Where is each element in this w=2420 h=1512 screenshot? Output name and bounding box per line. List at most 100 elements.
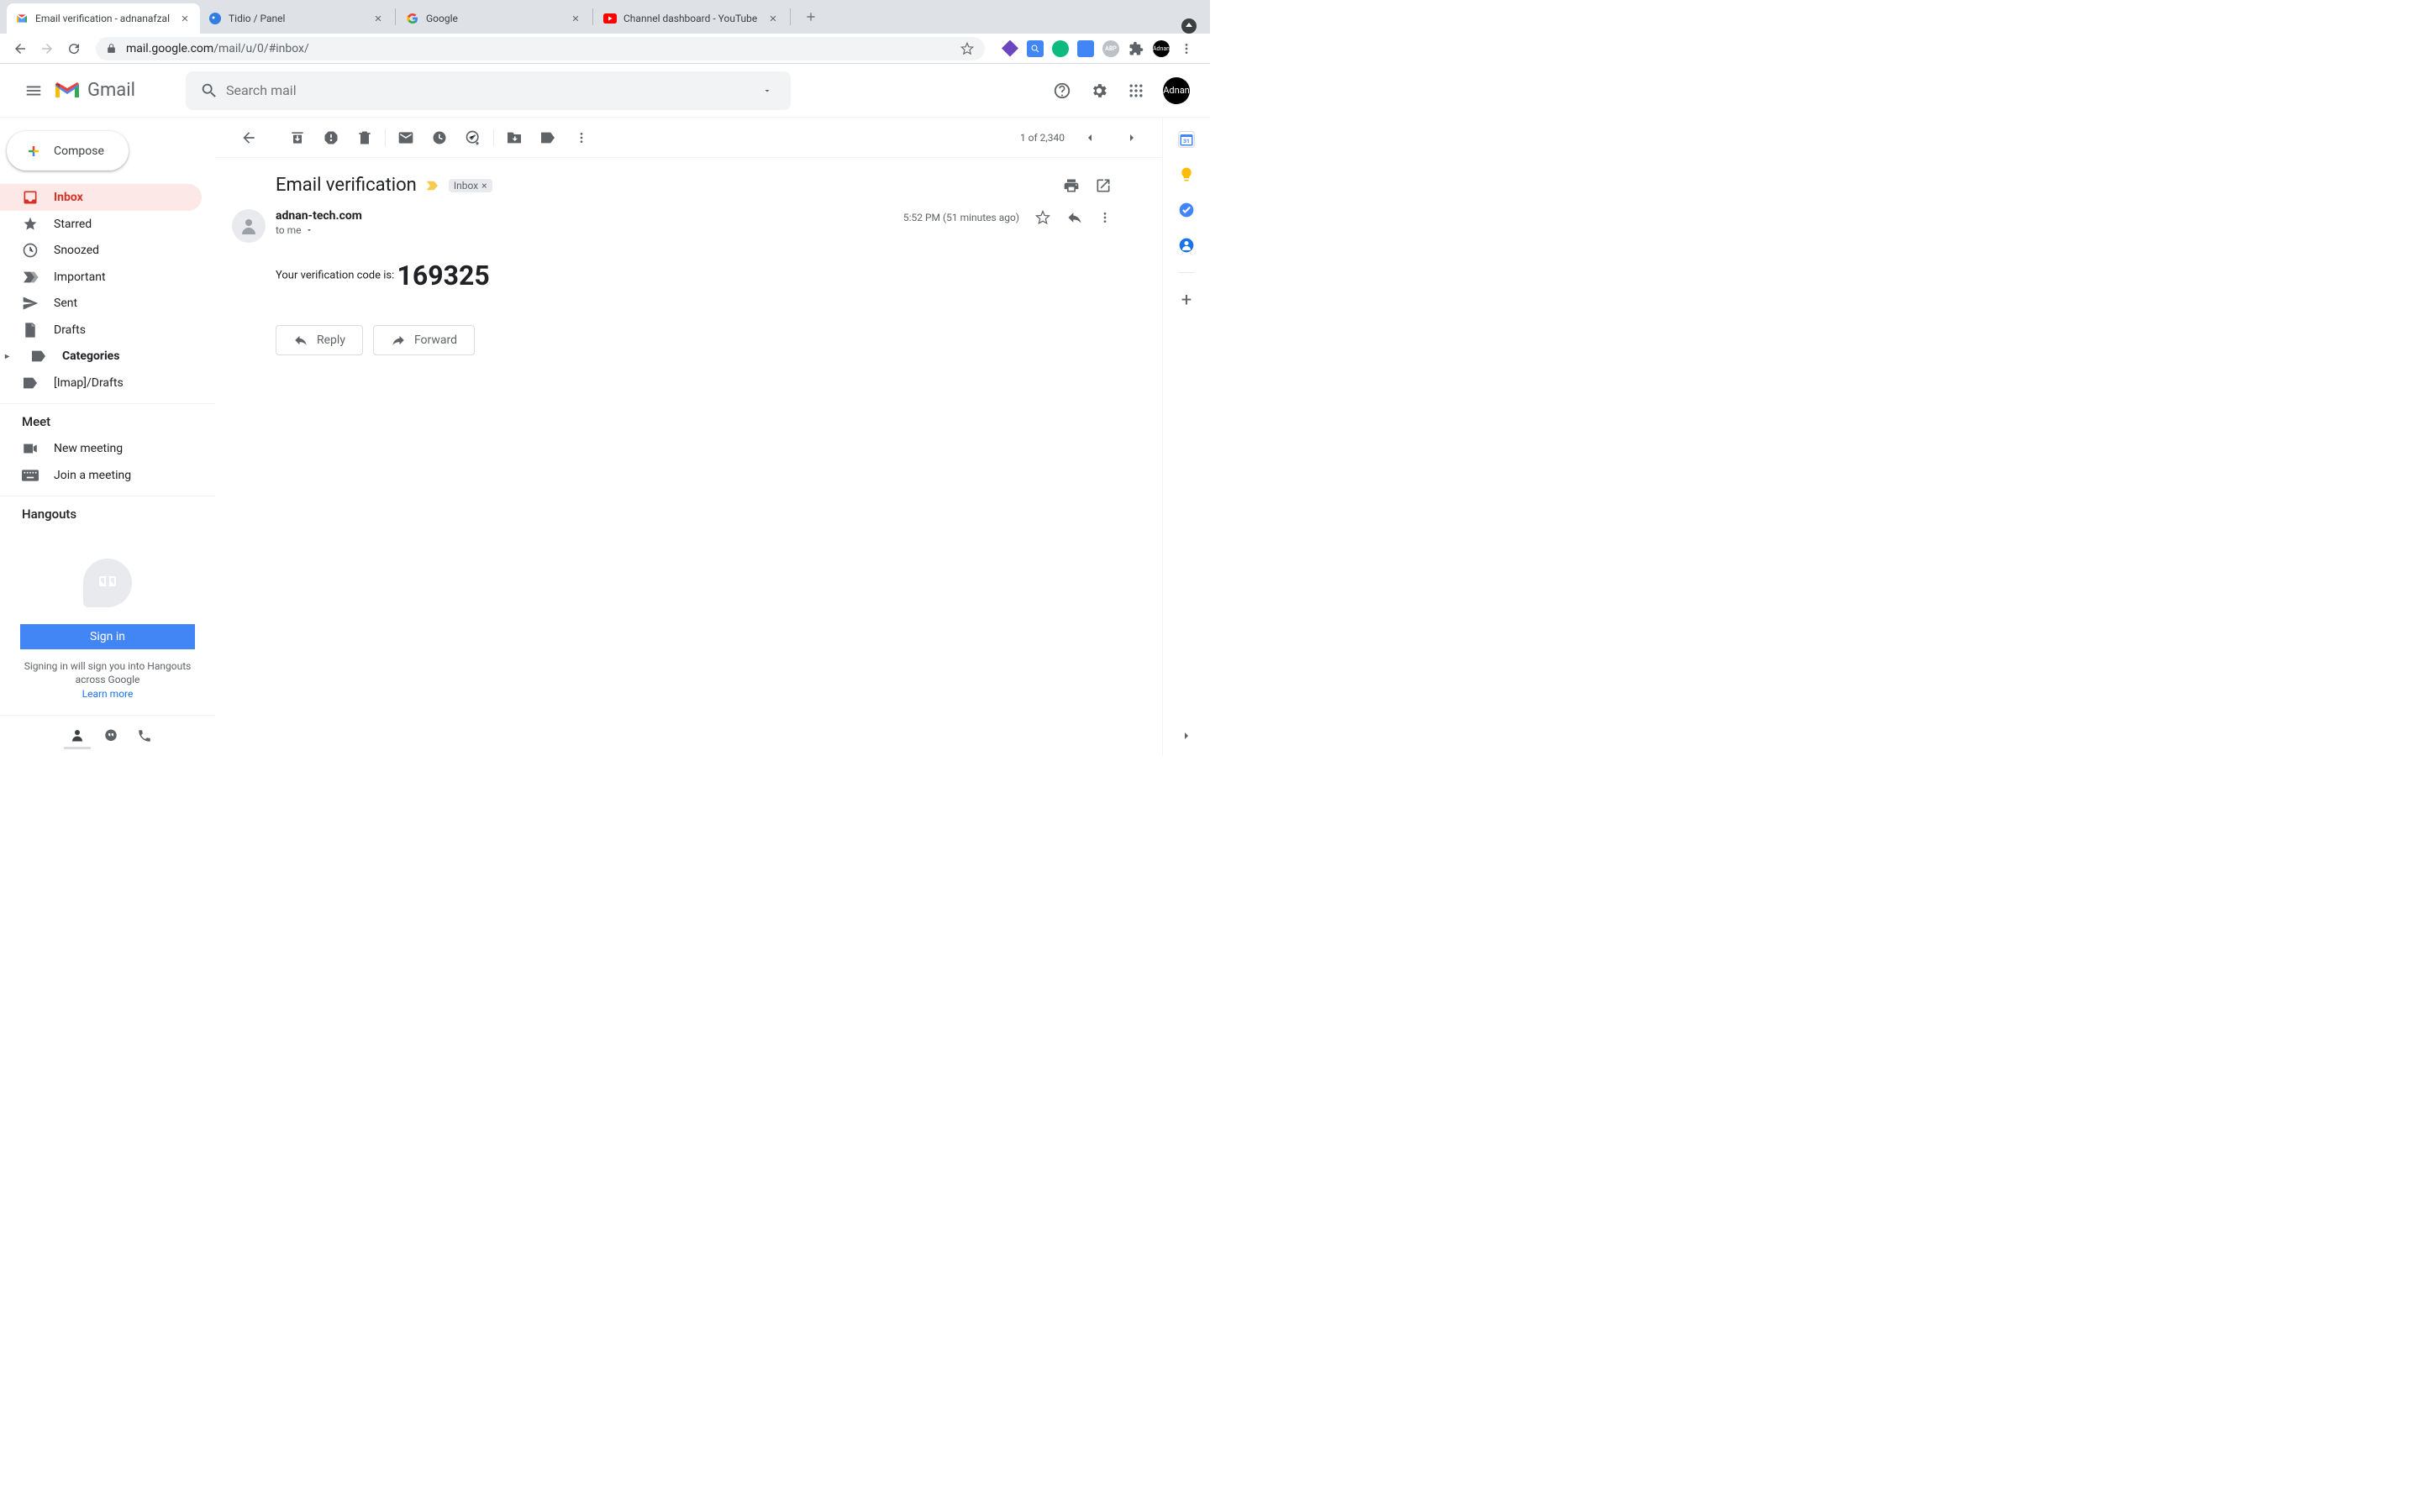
sidebar-item-categories[interactable]: ▸ Categories [0, 343, 202, 370]
browser-tab[interactable]: Tidio / Panel [200, 3, 393, 34]
keep-icon[interactable] [1178, 166, 1195, 183]
hangouts-signin-text: Signing in will sign you into Hangouts a… [13, 659, 202, 701]
menu-icon[interactable] [13, 71, 54, 111]
browser-tab[interactable]: Google [397, 3, 591, 34]
back-to-inbox-icon[interactable] [232, 121, 266, 155]
forward-button[interactable] [35, 37, 59, 60]
extensions-menu-icon[interactable] [1128, 40, 1144, 57]
sidebar-item-join-meeting[interactable]: Join a meeting [0, 462, 202, 489]
support-icon[interactable] [1052, 81, 1072, 101]
calendar-icon[interactable]: 31 [1178, 131, 1195, 148]
account-avatar[interactable]: Adnan [1163, 77, 1190, 104]
reply-icon[interactable] [1066, 209, 1083, 226]
snooze-icon[interactable] [423, 121, 456, 155]
contacts-icon[interactable] [64, 722, 91, 749]
plus-icon [24, 141, 44, 161]
sidebar-item-label: Important [54, 270, 106, 284]
hangouts-box: Sign in Signing in will sign you into Ha… [0, 528, 215, 715]
star-icon [22, 216, 39, 233]
extension-icon[interactable] [1052, 40, 1069, 57]
new-tab-button[interactable] [799, 5, 823, 29]
hangouts-icon[interactable] [97, 722, 124, 749]
tasks-icon[interactable] [1178, 202, 1195, 218]
chrome-menu-icon[interactable] [1178, 40, 1195, 57]
close-icon[interactable] [178, 12, 192, 25]
apps-icon[interactable] [1126, 81, 1146, 101]
move-to-icon[interactable] [497, 121, 531, 155]
hangouts-section-title: Hangouts [0, 496, 215, 528]
more-actions-icon[interactable] [565, 121, 598, 155]
reload-button[interactable] [62, 37, 86, 60]
sidebar-item-starred[interactable]: Starred [0, 211, 202, 238]
close-icon[interactable] [569, 12, 582, 25]
gmail-icon [54, 81, 81, 101]
mark-unread-icon[interactable] [389, 121, 423, 155]
open-new-window-icon[interactable] [1095, 177, 1112, 194]
extension-icon[interactable] [1002, 40, 1018, 57]
search-box[interactable] [186, 71, 791, 110]
chrome-profile-icon[interactable] [1181, 18, 1197, 34]
more-icon[interactable] [1098, 211, 1112, 224]
label-chip[interactable]: Inbox × [449, 179, 492, 192]
star-email-icon[interactable] [1034, 209, 1051, 226]
learn-more-link[interactable]: Learn more [82, 688, 134, 700]
email-subject: Email verification [276, 175, 417, 196]
hangouts-signin-button[interactable]: Sign in [20, 624, 195, 649]
sidebar-item-snoozed[interactable]: Snoozed [0, 237, 202, 264]
search-icon[interactable] [192, 81, 226, 100]
next-email-icon[interactable] [1115, 121, 1149, 155]
close-icon[interactable] [766, 12, 780, 25]
contacts-panel-icon[interactable] [1178, 237, 1195, 254]
phone-icon[interactable] [131, 722, 158, 749]
important-marker-icon[interactable] [425, 180, 440, 192]
labels-icon[interactable] [531, 121, 565, 155]
search-input[interactable] [226, 82, 750, 98]
extension-icon[interactable]: ABP [1102, 40, 1119, 57]
extension-icon[interactable] [1077, 40, 1094, 57]
archive-icon[interactable] [281, 121, 314, 155]
compose-button[interactable]: Compose [7, 131, 129, 171]
browser-tab[interactable]: Channel dashboard - YouTube [595, 3, 788, 34]
sender-recipient[interactable]: to me [276, 224, 903, 236]
prev-email-icon[interactable] [1073, 121, 1107, 155]
collapse-panel-icon[interactable] [1180, 729, 1193, 743]
email-view: Email verification Inbox × [215, 158, 1162, 372]
reply-button[interactable]: Reply [276, 325, 363, 355]
url-field[interactable]: mail.google.com/mail/u/0/#inbox/ [96, 37, 985, 60]
remove-label-icon[interactable]: × [481, 180, 487, 192]
sidebar-item-drafts[interactable]: Drafts [0, 317, 202, 344]
spam-icon[interactable] [314, 121, 348, 155]
chrome-profile-badge[interactable]: Adnan [1153, 40, 1170, 57]
print-icon[interactable] [1063, 177, 1080, 194]
sidebar-item-inbox[interactable]: Inbox [0, 184, 202, 211]
add-task-icon[interactable] [456, 121, 490, 155]
sidebar-item-sent[interactable]: Sent [0, 290, 202, 317]
close-icon[interactable] [371, 12, 385, 25]
sidebar-item-new-meeting[interactable]: New meeting [0, 436, 202, 463]
url-text: mail.google.com/mail/u/0/#inbox/ [126, 42, 309, 55]
sidebar-item-label: Sent [54, 297, 77, 310]
star-icon[interactable] [960, 41, 975, 56]
extension-icons: ABP Adnan [995, 40, 1202, 57]
verification-code: 169325 [397, 260, 490, 291]
tab-title: Google [426, 13, 564, 24]
settings-icon[interactable] [1089, 81, 1109, 101]
gmail-logo[interactable]: Gmail [54, 80, 135, 101]
sidebar-item-important[interactable]: Important [0, 264, 202, 291]
search-options-icon[interactable] [750, 86, 784, 96]
browser-tab-active[interactable]: Email verification - adnanafzal [7, 3, 200, 34]
forward-arrow-icon [391, 333, 406, 348]
lock-icon [106, 43, 118, 54]
add-addon-icon[interactable]: + [1178, 291, 1195, 308]
side-panel: 31 + [1163, 118, 1210, 756]
back-button[interactable] [8, 37, 32, 60]
label-icon [30, 348, 47, 365]
important-icon [22, 269, 39, 286]
sidebar-item-imap[interactable]: [Imap]/Drafts [0, 370, 202, 396]
sender-avatar[interactable] [232, 209, 266, 243]
chevron-down-icon [305, 226, 313, 234]
delete-icon[interactable] [348, 121, 381, 155]
extension-icon[interactable] [1027, 40, 1044, 57]
forward-button[interactable]: Forward [373, 325, 475, 355]
chevron-right-icon: ▸ [5, 352, 13, 361]
